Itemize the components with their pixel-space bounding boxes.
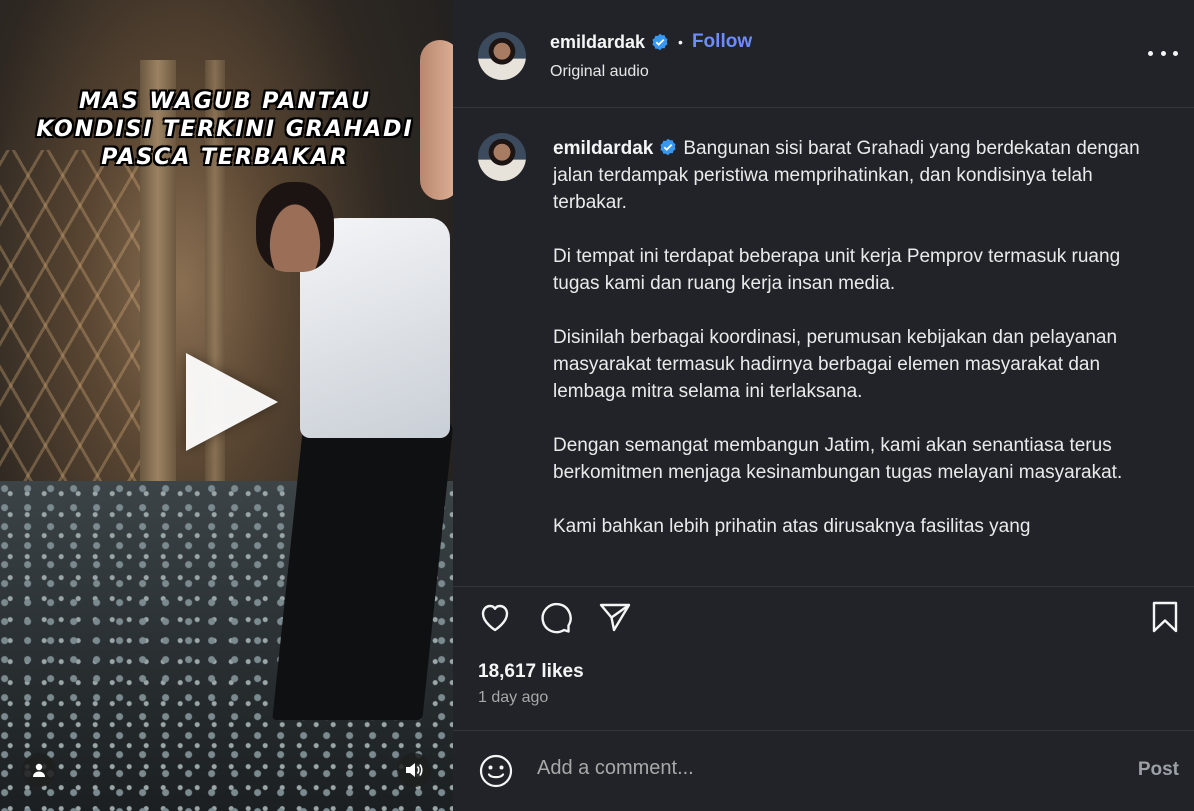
speaker-icon	[406, 763, 423, 777]
caption-paragraph: Dengan semangat membangun Jatim, kami ak…	[553, 435, 1123, 483]
post-details-panel: emildardak • Follow Original audio emild…	[453, 0, 1194, 811]
comment-bar: Post	[453, 730, 1194, 811]
burnt-lattice-background	[0, 150, 160, 490]
caption-paragraph: Kami bahkan lebih prihatin atas dirusakn…	[553, 516, 1031, 537]
emoji-icon[interactable]	[478, 753, 514, 789]
caption-text: emildardak Bangunan sisi barat Grahadi y…	[553, 135, 1153, 567]
header-separator: •	[678, 34, 683, 50]
caption-paragraph: emildardak Bangunan sisi barat Grahadi y…	[553, 135, 1153, 216]
like-heart-icon[interactable]	[477, 599, 513, 635]
play-icon[interactable]	[186, 353, 278, 451]
post-header: emildardak • Follow Original audio	[453, 0, 1194, 108]
comment-input[interactable]	[537, 757, 1097, 780]
more-options-icon[interactable]	[1148, 46, 1178, 60]
avatar[interactable]	[478, 32, 526, 80]
caption-paragraph: Di tempat ini terdapat beberapa unit ker…	[553, 246, 1121, 294]
post-comment-button[interactable]: Post	[1138, 759, 1179, 781]
comment-bubble-icon[interactable]	[537, 599, 573, 635]
share-send-icon[interactable]	[597, 599, 633, 635]
caption-author-username[interactable]: emildardak	[553, 138, 653, 159]
video-overlay-text: MAS WAGUB PANTAU KONDISI TERKINI GRAHADI…	[36, 89, 414, 170]
audio-label[interactable]: Original audio	[550, 63, 649, 81]
person-legs	[272, 420, 453, 720]
audio-toggle-button[interactable]	[397, 753, 431, 787]
post-timestamp[interactable]: 1 day ago	[478, 689, 548, 707]
person-icon	[33, 763, 45, 777]
verified-badge-icon	[660, 139, 676, 156]
caption-paragraph: Disinilah berbagai koordinasi, perumusan…	[553, 327, 1118, 402]
caption-scroll-area[interactable]: emildardak Bangunan sisi barat Grahadi y…	[453, 108, 1194, 586]
follow-button[interactable]: Follow	[692, 31, 752, 53]
likes-count[interactable]: 18,617 likes	[478, 661, 584, 683]
save-bookmark-icon[interactable]	[1147, 599, 1183, 635]
author-username[interactable]: emildardak	[550, 32, 645, 53]
tagged-users-button[interactable]	[22, 753, 56, 787]
post-actions: 18,617 likes 1 day ago	[453, 586, 1194, 726]
video-player[interactable]: MAS WAGUB PANTAU KONDISI TERKINI GRAHADI…	[0, 0, 453, 811]
blurred-hand	[420, 40, 453, 200]
verified-badge-icon	[652, 33, 668, 51]
avatar[interactable]	[478, 133, 526, 181]
person-head	[256, 182, 334, 272]
